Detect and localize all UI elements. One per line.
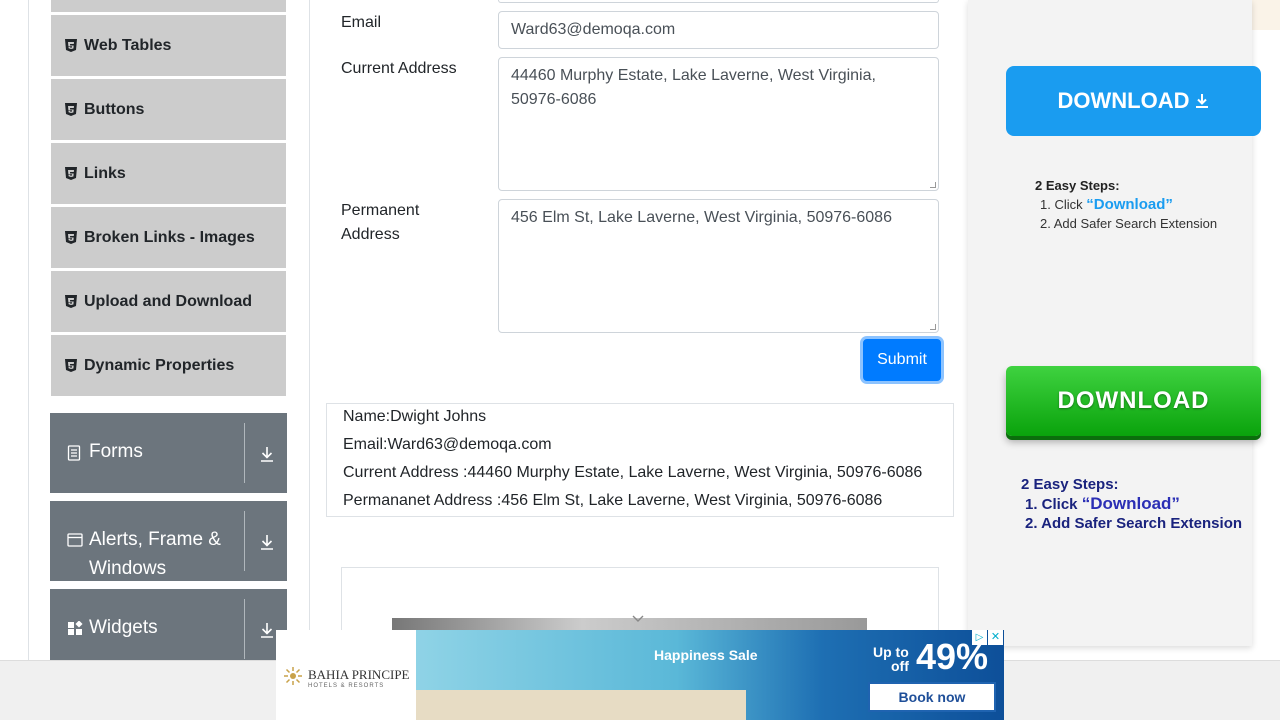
permanent-address-textarea[interactable]: 456 Elm St, Lake Laverne, West Virginia,…: [498, 199, 939, 333]
submit-button[interactable]: Submit: [863, 339, 941, 381]
html5-icon: [65, 295, 77, 308]
document-icon: [67, 445, 81, 461]
download-icon[interactable]: [258, 621, 276, 639]
steps-title: 2 Easy Steps:: [1035, 178, 1120, 193]
divider: [244, 511, 245, 571]
group-header-widgets[interactable]: Widgets: [50, 589, 287, 669]
group-label-line2: Windows: [89, 558, 167, 579]
email-label: Email: [341, 14, 382, 31]
sidebar-item-links[interactable]: Links: [51, 142, 286, 204]
off-text: off: [891, 658, 909, 674]
steps-title: 2 Easy Steps:: [1021, 476, 1119, 493]
html5-icon: [65, 231, 77, 244]
divider: [244, 599, 245, 659]
output-box: Name:Dwight Johns Email:Ward63@demoqa.co…: [326, 403, 954, 517]
group-label-line1: Alerts, Frame &: [89, 529, 221, 550]
step-2: 2. Add Safer Search Extension: [1040, 216, 1218, 231]
output-email: Email:Ward63@demoqa.com: [343, 436, 552, 453]
group-label: Forms: [89, 441, 143, 462]
book-now-button[interactable]: Book now: [868, 682, 996, 712]
steps-block-2: 2 Easy Steps: 1. Click “Download” 2. Add…: [1021, 475, 1242, 533]
sidebar-item-buttons[interactable]: Buttons: [51, 78, 286, 140]
download-label: DOWNLOAD: [1057, 387, 1210, 414]
output-name: Name:Dwight Johns: [343, 408, 487, 425]
sidebar-item-dynamic-properties[interactable]: Dynamic Properties: [51, 334, 286, 396]
html5-icon: [65, 359, 77, 372]
sidebar-item-upload-download[interactable]: Upload and Download: [51, 270, 286, 332]
close-icon[interactable]: ✕: [988, 630, 1003, 645]
sidebar-item-label: Web Tables: [84, 36, 172, 54]
download-label: DOWNLOAD: [1057, 88, 1190, 113]
step-1-highlight[interactable]: “Download”: [1082, 494, 1180, 513]
brand-name: BAHIA PRINCIPE: [308, 667, 410, 682]
widgets-icon: [68, 621, 83, 635]
resize-handle[interactable]: [930, 182, 936, 188]
sidebar-item-label: Broken Links - Images: [84, 228, 255, 246]
sidebar-item-broken-links[interactable]: Broken Links - Images: [51, 206, 286, 268]
sidebar-item-web-tables[interactable]: Web Tables: [51, 14, 286, 76]
brand-logo-icon: [284, 667, 302, 685]
resize-handle[interactable]: [930, 324, 936, 330]
html5-icon: [65, 39, 77, 52]
step-1-highlight[interactable]: “Download”: [1086, 196, 1173, 213]
step-2: 2. Add Safer Search Extension: [1025, 515, 1243, 532]
bottom-banner-ad[interactable]: BAHIA PRINCIPE HOTELS & RESORTS Happines…: [276, 630, 1004, 720]
adchoices-icon[interactable]: ▷: [972, 630, 987, 645]
sidebar-item-label: Buttons: [84, 100, 145, 118]
chevron-down-icon[interactable]: [631, 614, 645, 624]
output-permanent-address: Permananet Address :456 Elm St, Lake Lav…: [343, 492, 883, 509]
step-1-prefix: 1. Click: [1025, 496, 1082, 513]
sidebar-item-label: Dynamic Properties: [84, 356, 235, 374]
group-label: Widgets: [89, 617, 158, 638]
email-field[interactable]: Ward63@demoqa.com: [498, 11, 939, 49]
sidebar-item-label: Links: [84, 164, 126, 182]
download-icon[interactable]: [258, 445, 276, 463]
download-button-green[interactable]: DOWNLOAD: [1006, 366, 1261, 436]
permanent-address-label-line1: Permanent: [341, 202, 420, 219]
group-header-alerts[interactable]: Alerts, Frame & Windows: [50, 501, 287, 581]
html5-icon: [65, 103, 77, 116]
beach-sand: [416, 690, 746, 720]
permanent-address-value: 456 Elm St, Lake Laverne, West Virginia,…: [511, 209, 892, 226]
previous-field-bottom[interactable]: [498, 0, 939, 3]
output-current-address: Current Address :44460 Murphy Estate, La…: [343, 464, 923, 481]
download-icon[interactable]: [258, 533, 276, 551]
current-address-label: Current Address: [341, 60, 457, 77]
download-icon: [1196, 94, 1209, 108]
steps-block-1: 2 Easy Steps: 1. Click “Download” 2. Add…: [1035, 176, 1217, 233]
html5-icon: [65, 167, 77, 180]
sidebar-item-label: Upload and Download: [84, 292, 252, 310]
divider: [244, 423, 245, 483]
brand-sub: HOTELS & RESORTS: [308, 683, 385, 689]
book-now-label: Book now: [898, 689, 966, 705]
window-icon: [67, 533, 83, 547]
group-header-forms[interactable]: Forms: [50, 413, 287, 493]
current-address-value: 44460 Murphy Estate, Lake Laverne, West …: [511, 67, 876, 108]
permanent-address-label-line2: Address: [341, 226, 400, 243]
current-address-textarea[interactable]: 44460 Murphy Estate, Lake Laverne, West …: [498, 57, 939, 191]
download-button-blue[interactable]: DOWNLOAD: [1006, 66, 1261, 136]
step-1-prefix: 1. Click: [1040, 197, 1087, 212]
sale-title: Happiness Sale: [654, 647, 758, 663]
email-value: Ward63@demoqa.com: [511, 21, 676, 38]
sidebar-item-top-partial[interactable]: [51, 0, 286, 12]
